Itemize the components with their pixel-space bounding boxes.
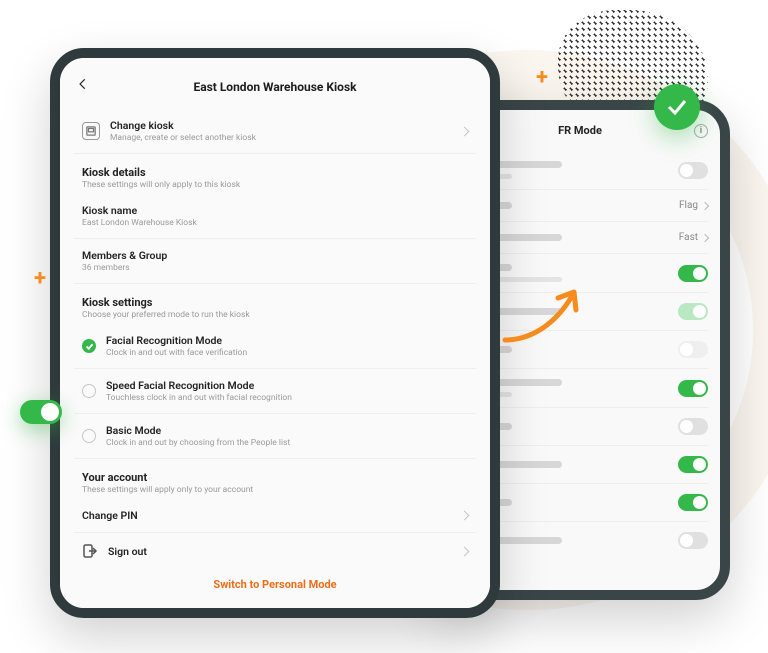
arrow-icon — [500, 280, 590, 350]
front-device-frame: East London Warehouse Kiosk Change kiosk… — [50, 48, 500, 618]
row-label: Change kiosk — [110, 119, 451, 132]
row-sub: Manage, create or select another kiosk — [110, 133, 451, 143]
section-your-account: Your account These settings will apply o… — [74, 459, 476, 499]
toggle[interactable] — [678, 341, 708, 358]
info-icon[interactable]: i — [694, 124, 708, 138]
sign-out-icon — [82, 543, 98, 559]
radio-selected-icon — [82, 339, 96, 353]
switch-mode-label: Switch to Personal Mode — [213, 578, 336, 591]
toggle[interactable] — [678, 532, 708, 549]
change-kiosk-row[interactable]: Change kiosk Manage, create or select an… — [74, 109, 476, 154]
chevron-right-icon — [701, 233, 709, 241]
toggle[interactable] — [678, 162, 708, 179]
row-sub: 36 members — [82, 263, 468, 273]
members-group-row[interactable]: Members & Group 36 members — [74, 239, 476, 284]
plus-icon: + — [536, 65, 548, 90]
change-pin-row[interactable]: Change PIN — [74, 499, 476, 533]
kiosk-icon — [82, 122, 100, 140]
mode-facial-recognition[interactable]: Facial Recognition Mode Clock in and out… — [74, 324, 476, 369]
mode-speed-facial-recognition[interactable]: Speed Facial Recognition Mode Touchless … — [74, 369, 476, 414]
section-kiosk-settings: Kiosk settings Choose your preferred mod… — [74, 284, 476, 324]
row-label: Facial Recognition Mode — [106, 334, 468, 347]
chevron-right-icon — [460, 546, 470, 556]
back-button[interactable] — [76, 76, 90, 90]
chevron-right-icon — [460, 511, 470, 521]
toggle[interactable] — [678, 456, 708, 473]
section-kiosk-details: Kiosk details These settings will only a… — [74, 154, 476, 194]
page-title: East London Warehouse Kiosk — [193, 80, 356, 94]
row-sub: Clock in and out by choosing from the Pe… — [106, 438, 468, 448]
row-label: Basic Mode — [106, 424, 468, 437]
row-label: Members & Group — [82, 249, 468, 262]
switch-mode-button[interactable]: Switch to Personal Mode — [60, 559, 490, 608]
row-sub: Clock in and out with face verification — [106, 348, 468, 358]
row-label: Kiosk name — [82, 204, 468, 217]
back-title: FR Mode — [558, 124, 602, 137]
success-check-badge — [654, 84, 700, 130]
back-row-value: Fast — [679, 232, 698, 243]
section-title: Kiosk settings — [82, 296, 468, 309]
toggle[interactable] — [678, 265, 708, 282]
sign-out-row[interactable]: Sign out — [74, 533, 476, 559]
section-title: Your account — [82, 471, 468, 484]
toggle[interactable] — [678, 303, 708, 320]
back-row-value: Flag — [679, 200, 698, 211]
row-label: Change PIN — [82, 509, 451, 522]
row-sub: Touchless clock in and out with facial r… — [106, 393, 468, 403]
section-sub: These settings will only apply to this k… — [82, 180, 468, 190]
chevron-right-icon — [701, 201, 709, 209]
section-sub: Choose your preferred mode to run the ki… — [82, 310, 468, 320]
kiosk-name-row[interactable]: Kiosk name East London Warehouse Kiosk — [74, 194, 476, 239]
radio-unselected-icon — [82, 384, 96, 398]
toggle[interactable] — [678, 494, 708, 511]
row-label: Sign out — [108, 545, 451, 558]
toggle[interactable] — [678, 418, 708, 435]
section-title: Kiosk details — [82, 166, 468, 179]
chevron-right-icon — [460, 126, 470, 136]
row-sub: East London Warehouse Kiosk — [82, 218, 468, 228]
mode-basic[interactable]: Basic Mode Clock in and out by choosing … — [74, 414, 476, 459]
plus-icon: + — [34, 266, 46, 291]
floating-toggle-icon — [20, 400, 62, 424]
section-sub: These settings will apply only to your a… — [82, 485, 468, 495]
toggle[interactable] — [678, 380, 708, 397]
row-label: Speed Facial Recognition Mode — [106, 379, 468, 392]
radio-unselected-icon — [82, 429, 96, 443]
